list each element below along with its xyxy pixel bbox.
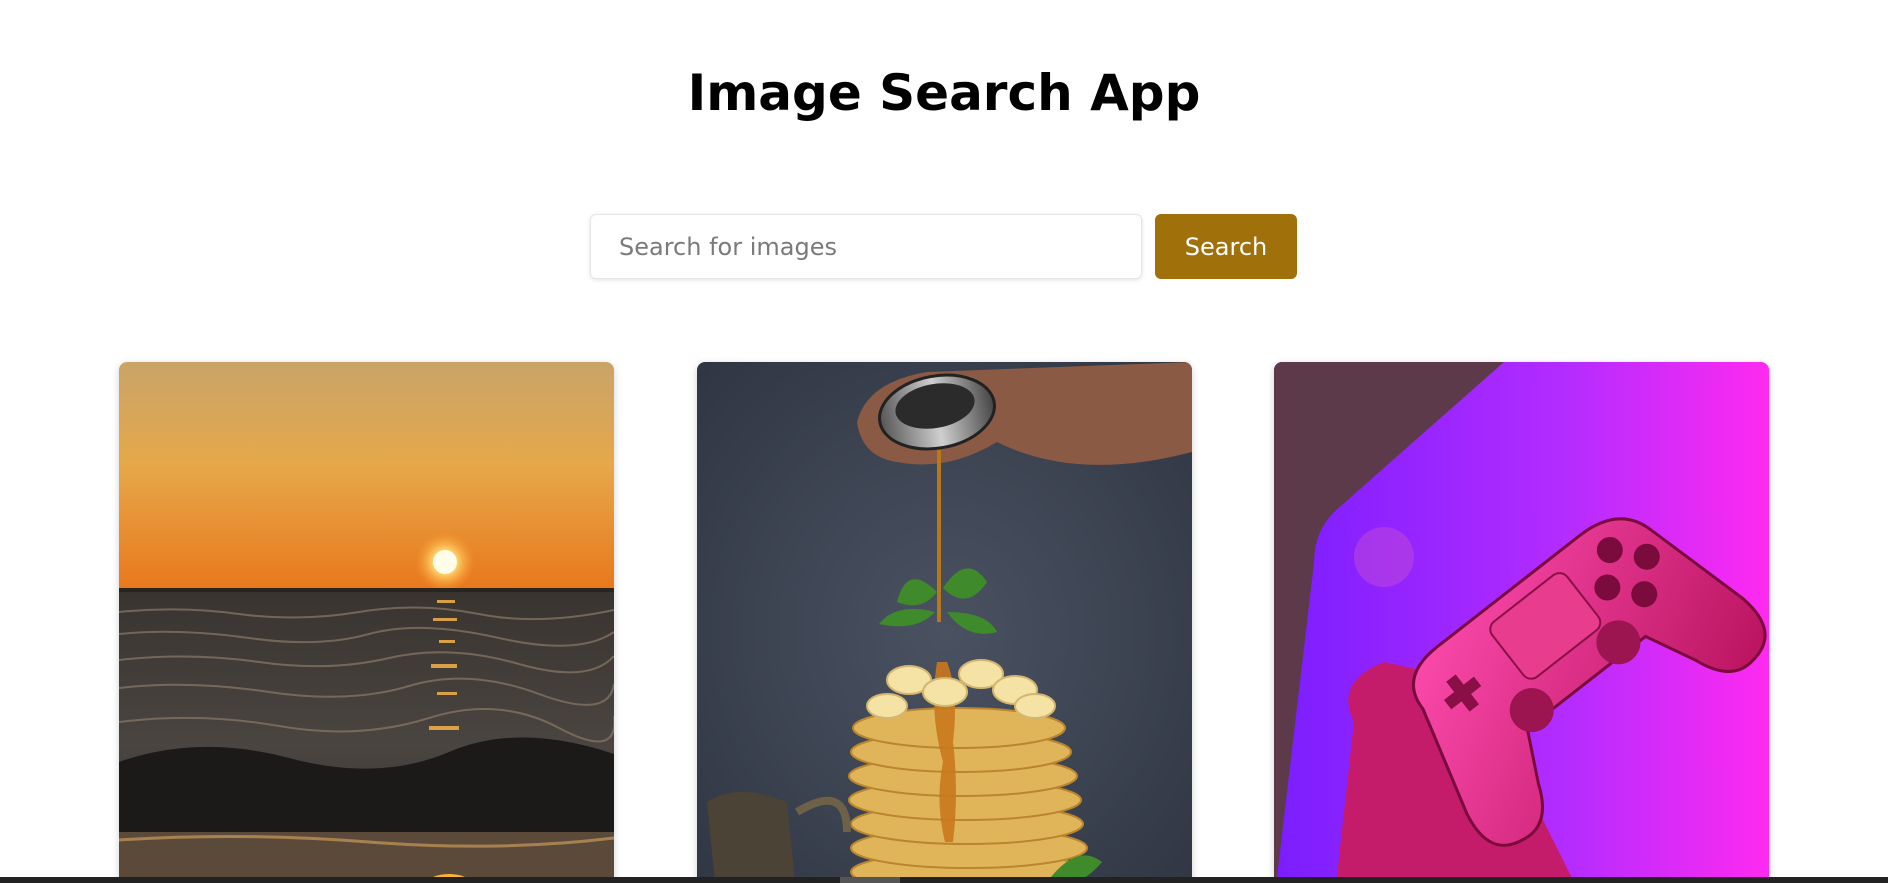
result-card-controller[interactable] [1274, 362, 1769, 883]
game-controller-image[interactable] [1274, 362, 1769, 883]
page-title: Image Search App [687, 64, 1201, 122]
pancakes-syrup-image[interactable] [697, 362, 1192, 883]
result-card-pancakes[interactable] [697, 362, 1192, 883]
page: Image Search App Search [0, 0, 1888, 883]
search-button[interactable]: Search [1155, 214, 1297, 279]
result-card-sunset[interactable] [119, 362, 614, 883]
sunset-ocean-image[interactable] [119, 362, 614, 883]
horizontal-scrollbar[interactable] [0, 877, 1888, 883]
search-input[interactable] [590, 214, 1142, 279]
scrollbar-thumb[interactable] [840, 877, 900, 883]
